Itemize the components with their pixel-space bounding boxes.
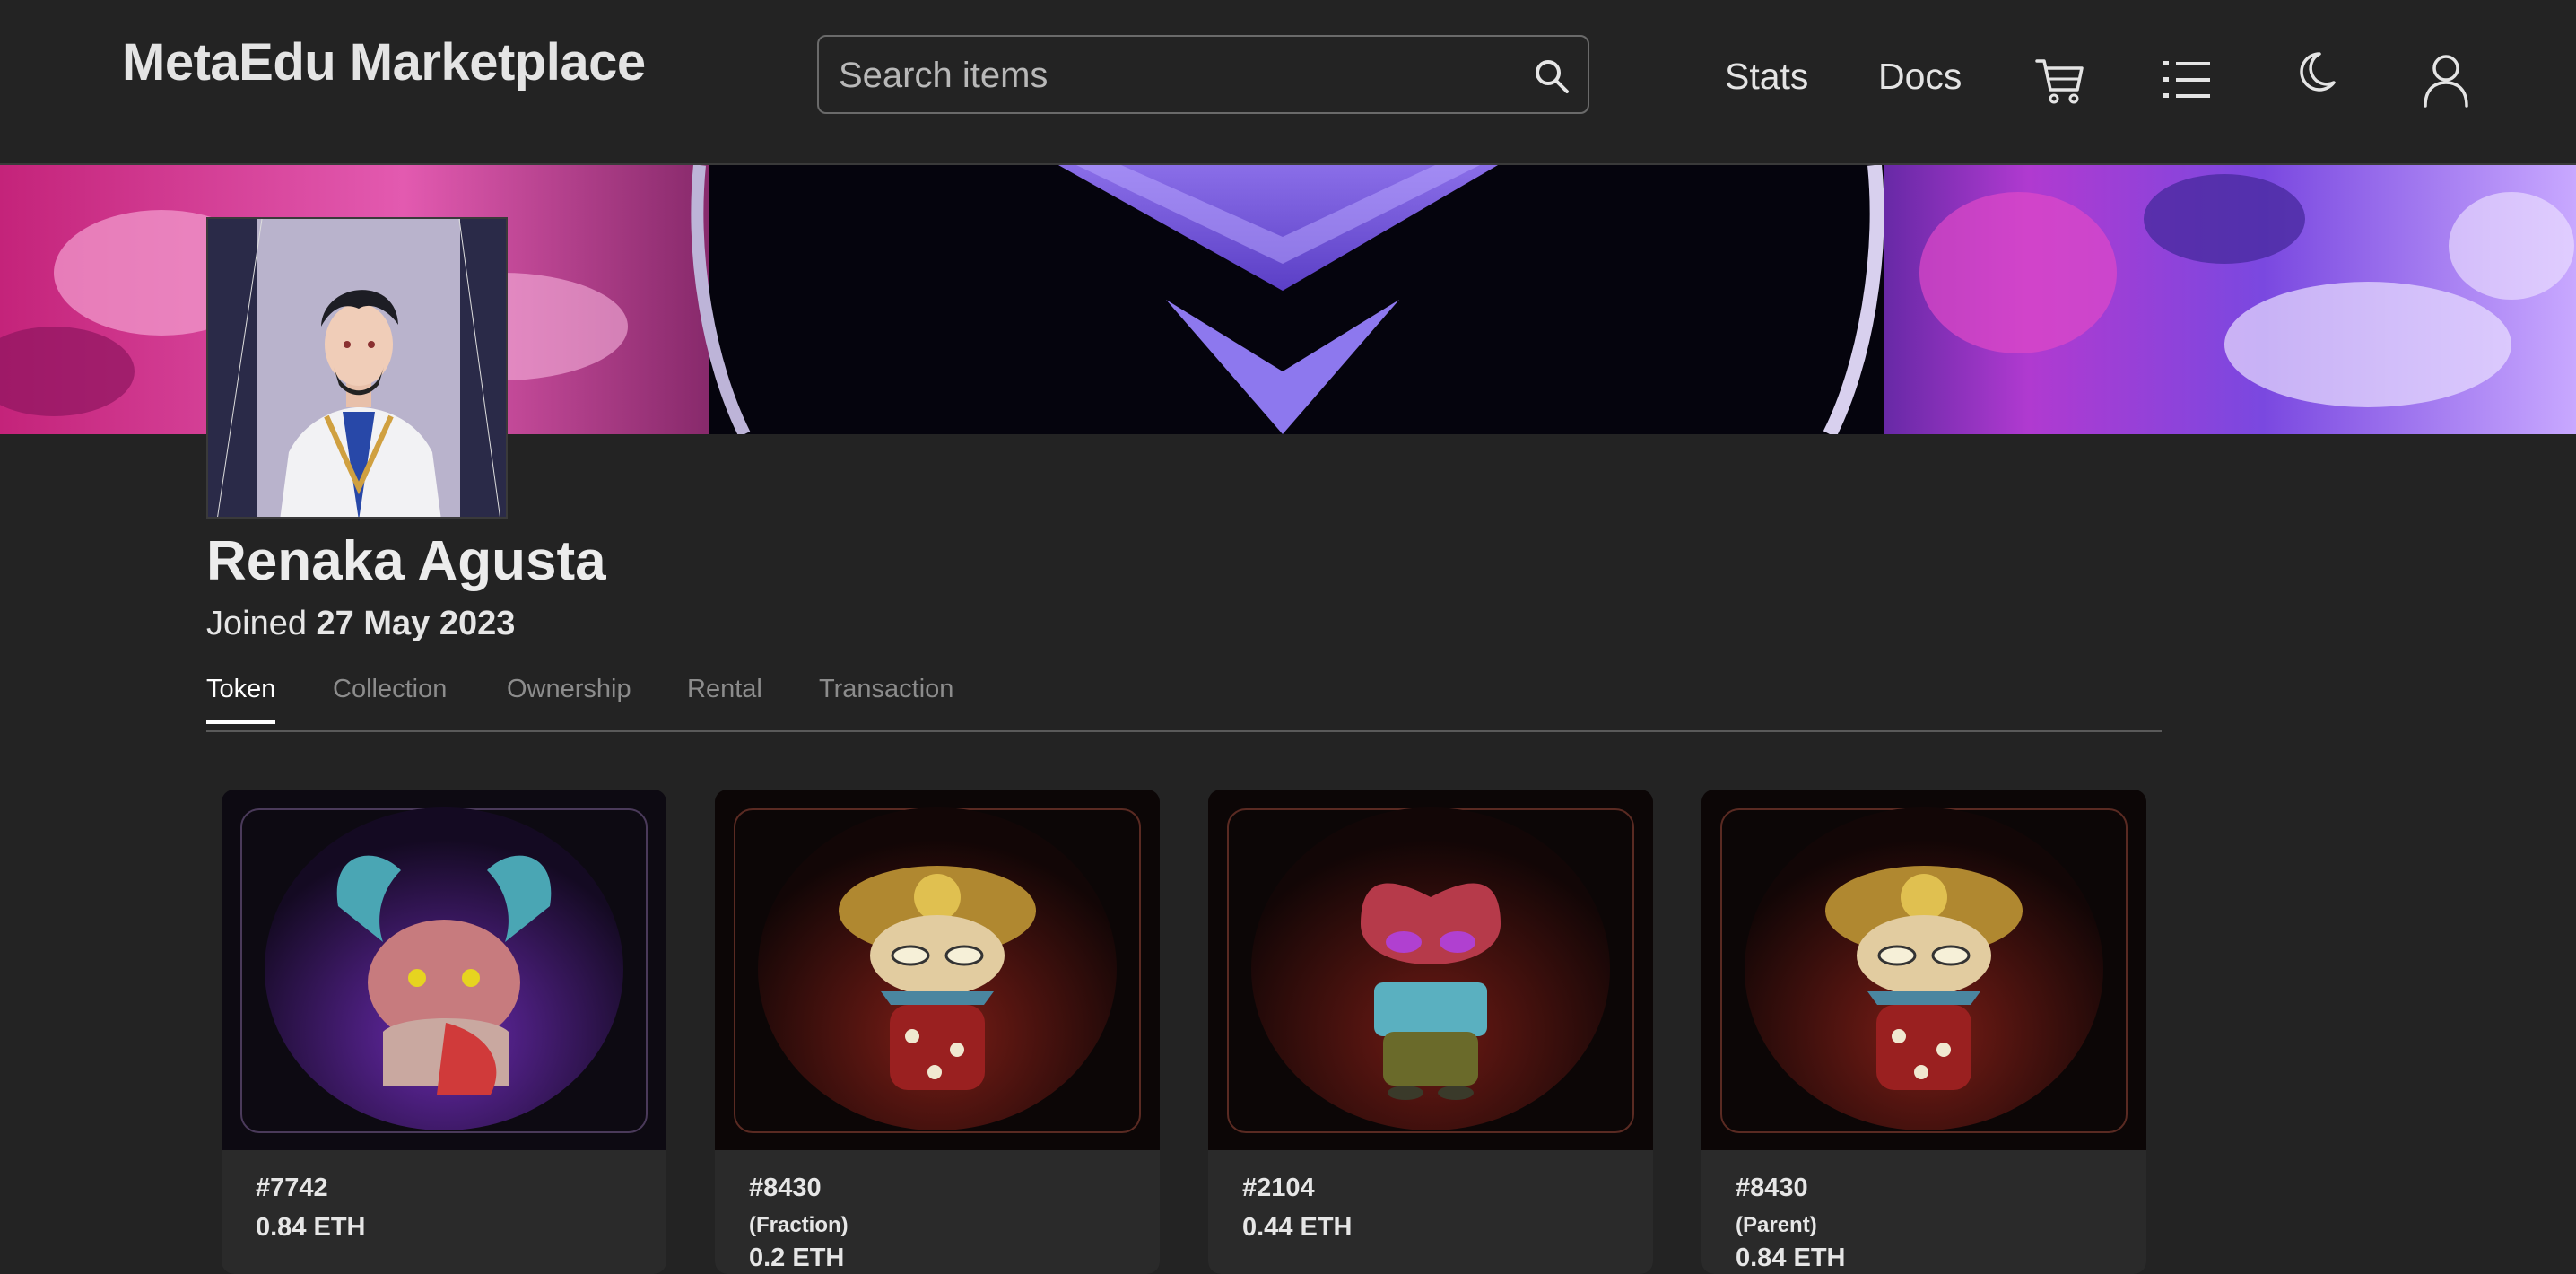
token-price: 0.2 ETH: [749, 1243, 845, 1272]
token-card[interactable]: #8430 (Parent) 0.84 ETH: [1701, 790, 2146, 1274]
token-image: [222, 790, 666, 1150]
joined-date-value: 27 May 2023: [316, 605, 516, 642]
search-input[interactable]: [837, 46, 1522, 105]
profile-avatar[interactable]: [206, 217, 508, 519]
token-price: 0.84 ETH: [1736, 1243, 1846, 1272]
moon-icon[interactable]: [2296, 50, 2337, 95]
list-icon[interactable]: [2162, 57, 2212, 102]
token-card[interactable]: #7742 0.84 ETH: [222, 790, 666, 1274]
token-id: #8430: [749, 1174, 822, 1202]
token-price: 0.84 ETH: [256, 1213, 366, 1242]
token-image: [1208, 790, 1653, 1150]
user-icon[interactable]: [2422, 52, 2470, 108]
tab-transaction[interactable]: Transaction: [819, 675, 953, 720]
token-image: [1701, 790, 2146, 1150]
token-card[interactable]: #2104 0.44 ETH: [1208, 790, 1653, 1274]
avatar-image: [208, 219, 506, 517]
tab-token[interactable]: Token: [206, 675, 276, 724]
nav-link-docs[interactable]: Docs: [1878, 56, 1962, 98]
tab-collection[interactable]: Collection: [333, 675, 447, 720]
profile-name: Renaka Agusta: [206, 530, 606, 592]
token-card-info: #2104 0.44 ETH: [1208, 1150, 1653, 1274]
brand-logo[interactable]: MetaEdu Marketplace: [122, 32, 646, 92]
search-box[interactable]: [817, 35, 1589, 114]
token-card[interactable]: #8430 (Fraction) 0.2 ETH: [715, 790, 1160, 1274]
token-id: #2104: [1242, 1174, 1315, 1202]
token-card-info: #8430 (Fraction) 0.2 ETH: [715, 1150, 1160, 1274]
token-card-info: #7742 0.84 ETH: [222, 1150, 666, 1274]
top-navbar: MetaEdu Marketplace Stats Docs: [0, 0, 2576, 165]
cart-icon[interactable]: [2034, 56, 2084, 106]
token-id: #8430: [1736, 1174, 1808, 1202]
token-price: 0.44 ETH: [1242, 1213, 1353, 1242]
search-icon[interactable]: [1534, 58, 1570, 94]
profile-tabs: Token Collection Ownership Rental Transa…: [206, 673, 2162, 732]
token-subtitle: (Fraction): [749, 1213, 849, 1237]
nav-link-stats[interactable]: Stats: [1725, 56, 1808, 98]
token-id: #7742: [256, 1174, 328, 1202]
tab-ownership[interactable]: Ownership: [507, 675, 631, 720]
token-card-info: #8430 (Parent) 0.84 ETH: [1701, 1150, 2146, 1274]
token-subtitle: (Parent): [1736, 1213, 1817, 1237]
token-image: [715, 790, 1160, 1150]
joined-label: Joined: [206, 605, 307, 642]
joined-date: Joined 27 May 2023: [206, 605, 515, 643]
tab-rental[interactable]: Rental: [687, 675, 762, 720]
